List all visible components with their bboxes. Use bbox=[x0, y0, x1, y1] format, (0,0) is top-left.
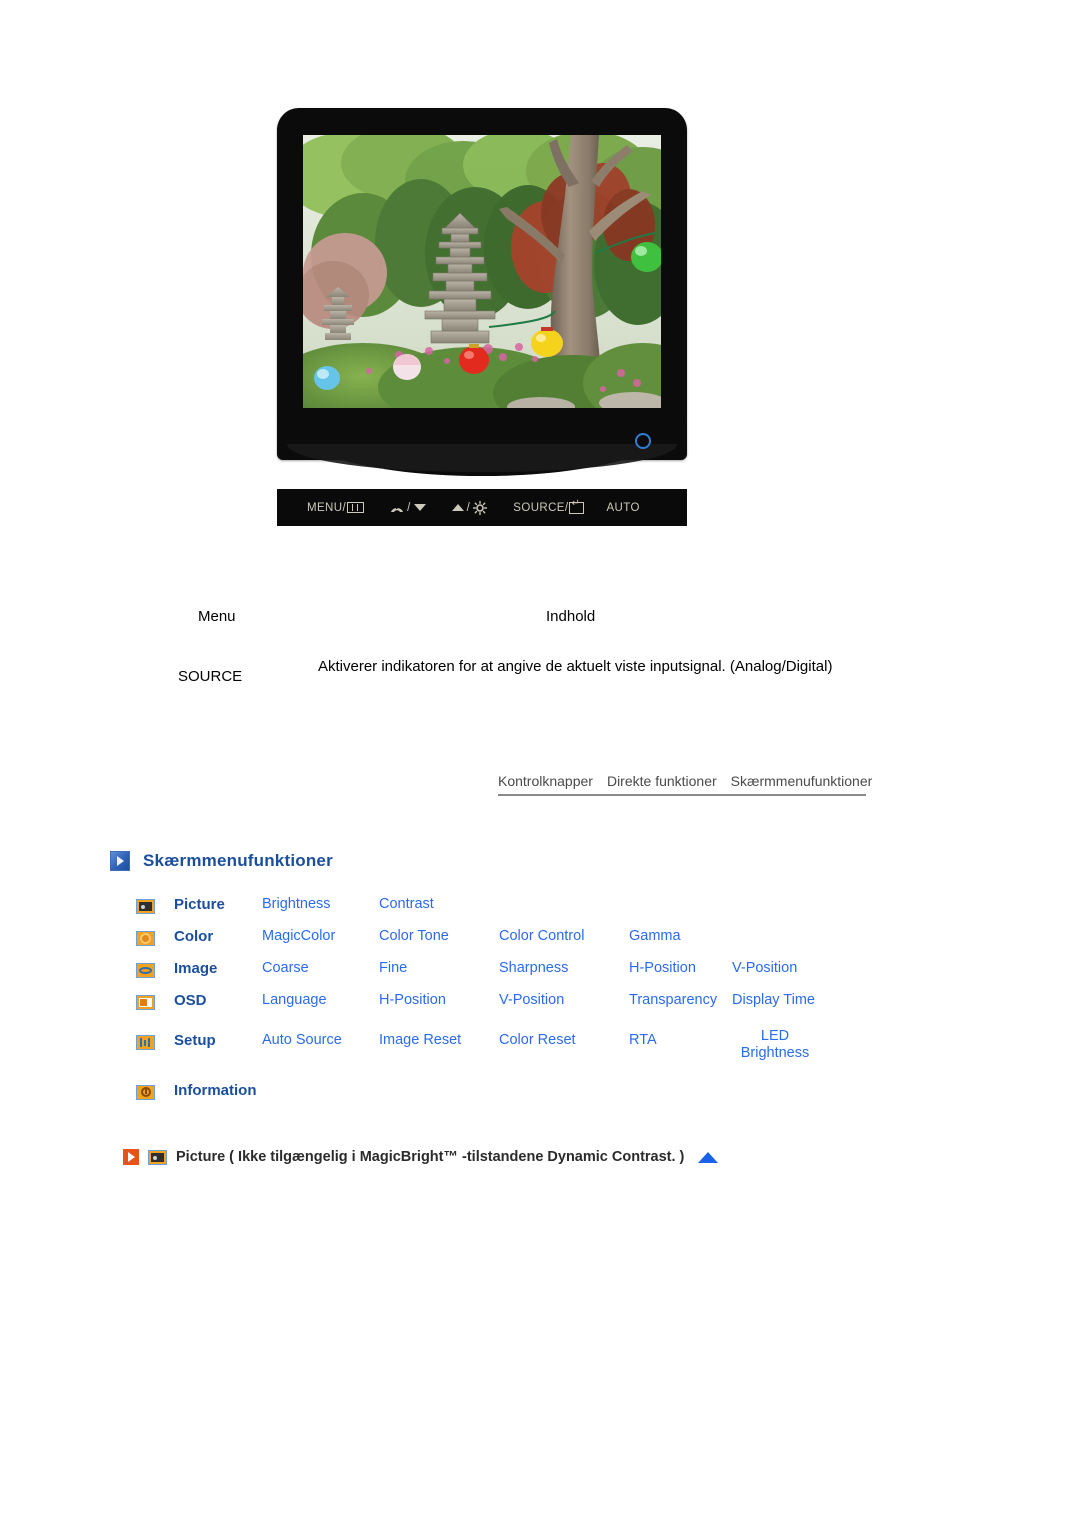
osd-item-brightness[interactable]: Brightness bbox=[262, 896, 331, 913]
auto-button-label: AUTO bbox=[606, 501, 640, 514]
monitor-screen bbox=[303, 135, 661, 418]
garden-scene-image bbox=[303, 135, 661, 418]
power-led-indicator bbox=[635, 433, 651, 449]
osd-row-image: Image Coarse Fine Sharpness H-Position V… bbox=[136, 960, 896, 992]
tab-direkte-funktioner[interactable]: Direkte funktioner bbox=[607, 773, 717, 789]
table-header-row: Menu Indhold bbox=[178, 608, 858, 638]
osd-item-gamma[interactable]: Gamma bbox=[629, 928, 681, 945]
osd-item-h-position-osd[interactable]: H-Position bbox=[379, 992, 446, 1009]
osd-category-picture[interactable]: Picture bbox=[174, 896, 225, 913]
button-separator-slash-2: / bbox=[466, 501, 471, 514]
osd-item-led-brightness[interactable]: LED Brightness bbox=[732, 1028, 818, 1061]
osd-row-color: Color MagicColor Color Tone Color Contro… bbox=[136, 928, 896, 960]
osd-item-transparency[interactable]: Transparency bbox=[629, 992, 717, 1009]
arrow-up-icon bbox=[451, 504, 464, 511]
osd-category-color[interactable]: Color bbox=[174, 928, 213, 945]
osd-item-color-control[interactable]: Color Control bbox=[499, 928, 584, 945]
magicbright-down-button[interactable]: / bbox=[390, 502, 426, 514]
osd-item-language[interactable]: Language bbox=[262, 992, 327, 1009]
osd-row-information: Information bbox=[136, 1082, 896, 1114]
menu-content-table: Menu Indhold SOURCE Aktiverer indikatore… bbox=[178, 608, 858, 698]
osd-item-sharpness[interactable]: Sharpness bbox=[499, 960, 568, 977]
osd-item-magiccolor[interactable]: MagicColor bbox=[262, 928, 335, 945]
menu-bars-icon bbox=[347, 502, 365, 513]
osd-item-v-position-image[interactable]: V-Position bbox=[732, 960, 797, 977]
picture-icon bbox=[136, 899, 155, 914]
osd-item-h-position-image[interactable]: H-Position bbox=[629, 960, 696, 977]
osd-icon bbox=[136, 995, 155, 1010]
color-icon bbox=[136, 931, 155, 946]
picture-icon-small bbox=[148, 1149, 167, 1165]
picture-note-bar: Picture ( Ikke tilgængelig i MagicBright… bbox=[123, 1149, 719, 1165]
column-header-menu: Menu bbox=[198, 608, 236, 625]
section-heading: Skærmmenufunktioner bbox=[110, 851, 333, 871]
menu-button[interactable]: MENU/ bbox=[307, 501, 365, 514]
setup-icon bbox=[136, 1035, 155, 1050]
brightness-sun-icon bbox=[473, 500, 488, 515]
section-tab-bar: Kontrolknapper Direkte funktioner Skærmm… bbox=[498, 773, 872, 796]
osd-item-contrast[interactable]: Contrast bbox=[379, 896, 434, 913]
osd-item-auto-source[interactable]: Auto Source bbox=[262, 1032, 342, 1049]
osd-item-v-position-osd[interactable]: V-Position bbox=[499, 992, 564, 1009]
monitor-chin-shadow bbox=[287, 444, 677, 472]
image-icon bbox=[136, 963, 155, 978]
osd-category-image[interactable]: Image bbox=[174, 960, 217, 977]
page-title: Skærmmenufunktioner bbox=[143, 851, 333, 870]
monitor-illustration: MENU/ / / SOURCE/ ↵ AUTO bbox=[277, 108, 687, 526]
osd-row-setup: Setup Auto Source Image Reset Color Rese… bbox=[136, 1028, 896, 1072]
osd-row-osd: OSD Language H-Position V-Position Trans… bbox=[136, 992, 896, 1024]
osd-item-display-time[interactable]: Display Time bbox=[732, 992, 815, 1009]
osd-menu-grid: Picture Brightness Contrast Color MagicC… bbox=[136, 896, 896, 1114]
magicbright-icon bbox=[390, 502, 404, 513]
orange-play-arrow-icon bbox=[123, 1149, 139, 1165]
osd-category-setup[interactable]: Setup bbox=[174, 1032, 216, 1049]
osd-item-color-tone[interactable]: Color Tone bbox=[379, 928, 449, 945]
tab-skaermmenufunktioner[interactable]: Skærmmenufunktioner bbox=[731, 773, 873, 789]
osd-category-osd[interactable]: OSD bbox=[174, 992, 207, 1009]
picture-note-text: Picture ( Ikke tilgængelig i MagicBright… bbox=[176, 1149, 685, 1165]
osd-item-image-reset[interactable]: Image Reset bbox=[379, 1032, 461, 1049]
blue-play-arrow-icon bbox=[110, 851, 130, 871]
osd-item-coarse[interactable]: Coarse bbox=[262, 960, 309, 977]
scroll-to-top-arrow-icon[interactable] bbox=[698, 1151, 719, 1163]
table-row: SOURCE Aktiverer indikatoren for at angi… bbox=[178, 656, 858, 698]
button-separator-slash: / bbox=[407, 501, 411, 514]
menu-button-label: MENU/ bbox=[307, 501, 347, 514]
monitor-control-button-bar: MENU/ / / SOURCE/ ↵ AUTO bbox=[277, 489, 687, 526]
source-enter-button[interactable]: SOURCE/ bbox=[513, 499, 585, 514]
osd-item-fine[interactable]: Fine bbox=[379, 960, 407, 977]
osd-item-rta[interactable]: RTA bbox=[629, 1032, 657, 1049]
information-icon bbox=[136, 1085, 155, 1100]
enter-key-icon bbox=[569, 499, 585, 514]
osd-category-information[interactable]: Information bbox=[174, 1082, 257, 1099]
menu-description-source: Aktiverer indikatoren for at angive de a… bbox=[318, 658, 833, 675]
menu-name-source: SOURCE bbox=[178, 668, 243, 685]
tab-kontrolknapper[interactable]: Kontrolknapper bbox=[498, 773, 593, 789]
osd-item-color-reset[interactable]: Color Reset bbox=[499, 1032, 576, 1049]
source-button-label: SOURCE/ bbox=[513, 501, 569, 514]
osd-row-picture: Picture Brightness Contrast bbox=[136, 896, 896, 928]
brightness-up-button[interactable]: / bbox=[451, 500, 488, 515]
arrow-down-icon bbox=[413, 504, 426, 511]
auto-button[interactable]: AUTO bbox=[606, 502, 639, 514]
column-header-content: Indhold bbox=[546, 608, 596, 625]
